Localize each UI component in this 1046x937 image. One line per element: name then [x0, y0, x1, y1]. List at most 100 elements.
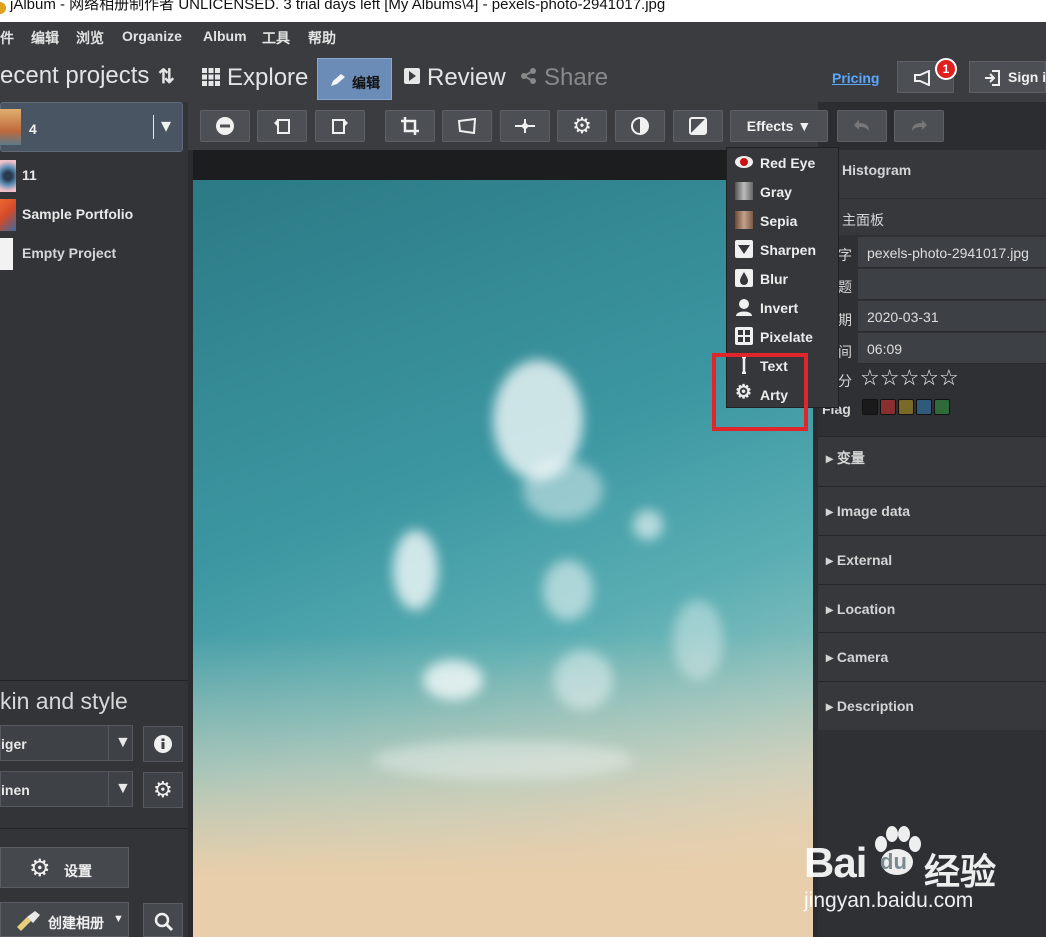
red-eye-icon — [735, 156, 753, 168]
contrast-button[interactable] — [615, 110, 665, 142]
flag-swatch[interactable] — [916, 399, 932, 415]
tab-share-label: Share — [544, 64, 609, 91]
rotate-left-icon — [274, 119, 290, 134]
undo-button[interactable] — [837, 110, 887, 142]
effect-gray[interactable]: Gray — [727, 177, 838, 205]
flag-swatch[interactable] — [898, 399, 914, 415]
exposure-button[interactable] — [673, 110, 723, 142]
chevron-down-icon[interactable]: ▾ — [161, 113, 171, 138]
title-label: 题 — [838, 279, 852, 295]
effect-invert[interactable]: Invert — [727, 293, 838, 321]
gear-icon: ⚙ — [153, 777, 173, 802]
menu-organize[interactable]: Organize — [122, 28, 182, 44]
flag-swatch[interactable] — [862, 399, 878, 415]
tab-edit-label: 编辑 — [352, 75, 380, 91]
straighten-button[interactable] — [500, 110, 550, 142]
wrench-icon — [17, 911, 40, 931]
zoom-out-button[interactable] — [200, 110, 250, 142]
project-item[interactable]: Sample Portfolio — [0, 197, 188, 233]
date-field[interactable]: 2020-03-31 — [858, 301, 1046, 332]
description-section[interactable]: ▸ Description — [818, 681, 1046, 730]
description-title: Description — [836, 698, 914, 714]
histogram-section[interactable]: Histogram — [818, 150, 1046, 198]
project-item-selected[interactable]: 4 ▾ — [0, 102, 183, 152]
image-data-title: Image data — [836, 503, 911, 519]
effect-sepia[interactable]: Sepia — [727, 206, 838, 234]
search-button[interactable] — [143, 903, 183, 937]
time-field[interactable]: 06:09 — [858, 333, 1046, 364]
perspective-button[interactable] — [442, 110, 492, 142]
skin-info-button[interactable] — [143, 726, 183, 762]
chevron-down-icon: ▼ — [113, 913, 124, 925]
camera-section[interactable]: ▸ Camera — [818, 632, 1046, 681]
rotate-left-button[interactable] — [257, 110, 307, 142]
rating-stars[interactable]: ☆☆☆☆☆ — [860, 367, 970, 389]
project-label: Sample Portfolio — [22, 206, 134, 222]
effect-label: Blur — [760, 271, 788, 287]
window-title: jAlbum - 网络相册制作者 UNLICENSED. 3 trial day… — [10, 0, 666, 13]
rating-star-icon[interactable]: ☆ — [880, 365, 900, 390]
create-album-button[interactable]: 创建相册 ▼ — [0, 902, 129, 937]
time-label: 间 — [838, 344, 852, 360]
projects-sidebar: 4 ▾ 11 Sample Portfolio Empty Project ki… — [0, 102, 188, 937]
rating-star-icon[interactable]: ☆ — [939, 365, 959, 390]
rotate-right-button[interactable] — [315, 110, 365, 142]
effect-red-eye[interactable]: Red Eye — [727, 148, 838, 176]
watermark-brand: Bai — [804, 839, 867, 886]
minimize-button[interactable]: — — [988, 0, 1004, 7]
title-field[interactable] — [858, 269, 1046, 300]
menu-album[interactable]: Album — [203, 28, 247, 44]
filename-field[interactable]: pexels-photo-2941017.jpg — [858, 237, 1046, 268]
tab-edit[interactable]: 编辑 — [317, 58, 392, 100]
menu-browse[interactable]: 浏览 — [76, 28, 104, 48]
menu-help[interactable]: 帮助 — [308, 28, 336, 48]
project-label: 11 — [22, 167, 37, 183]
contrast-icon — [631, 117, 649, 135]
chevron-down-icon: ▼ — [115, 734, 131, 751]
window-title-bar: jAlbum - 网络相册制作者 UNLICENSED. 3 trial day… — [0, 0, 1046, 22]
flag-swatch[interactable] — [880, 399, 896, 415]
skin-select[interactable]: iger ▼ — [0, 725, 133, 761]
project-thumbnail — [0, 109, 21, 145]
effect-pixelate[interactable]: Pixelate — [727, 322, 838, 350]
chevron-down-icon: ▼ — [115, 780, 131, 797]
adjust-settings-button[interactable]: ⚙ — [557, 110, 607, 142]
rating-label: 分 — [838, 373, 852, 389]
document-icon — [0, 238, 13, 270]
flag-swatch[interactable] — [934, 399, 950, 415]
menu-edit[interactable]: 编辑 — [31, 28, 59, 48]
project-label: 4 — [29, 121, 37, 137]
project-item[interactable]: 11 — [0, 158, 188, 194]
style-select-value: inen — [1, 782, 30, 798]
main-panel-section[interactable]: 主面板 — [818, 199, 1046, 235]
info-icon — [154, 735, 172, 753]
project-item[interactable]: Empty Project — [0, 236, 188, 272]
wave-foam — [423, 660, 483, 700]
location-section[interactable]: ▸ Location — [818, 584, 1046, 632]
rating-star-icon[interactable]: ☆ — [919, 365, 939, 390]
redo-button[interactable] — [894, 110, 944, 142]
camera-title: Camera — [836, 649, 889, 665]
pricing-link[interactable]: Pricing — [832, 70, 879, 86]
effects-dropdown-button[interactable]: Effects ▼ — [730, 110, 828, 142]
rating-star-icon[interactable]: ☆ — [899, 365, 919, 390]
external-section[interactable]: ▸ External — [818, 535, 1046, 584]
select-divider — [108, 772, 109, 806]
sign-in-label: Sign i — [1008, 69, 1046, 85]
rating-star-icon[interactable]: ☆ — [860, 365, 880, 390]
effect-sharpen[interactable]: Sharpen — [727, 235, 838, 263]
crop-icon — [401, 117, 419, 135]
sort-icon[interactable]: ⇅ — [158, 64, 175, 89]
style-settings-button[interactable]: ⚙ — [143, 772, 183, 808]
effect-blur[interactable]: Blur — [727, 264, 838, 292]
menu-file[interactable]: 件 — [0, 28, 14, 48]
image-data-section[interactable]: ▸ Image data — [818, 486, 1046, 535]
settings-button[interactable]: ⚙ 设置 — [0, 847, 129, 888]
effect-label: Pixelate — [760, 329, 813, 345]
photo-preview[interactable] — [193, 180, 813, 937]
menu-tools[interactable]: 工具 — [262, 28, 290, 48]
crop-button[interactable] — [385, 110, 435, 142]
variables-section[interactable]: ▸ 变量 — [818, 436, 1046, 486]
sign-in-button[interactable]: Sign i — [969, 61, 1046, 93]
style-select[interactable]: inen ▼ — [0, 771, 133, 807]
